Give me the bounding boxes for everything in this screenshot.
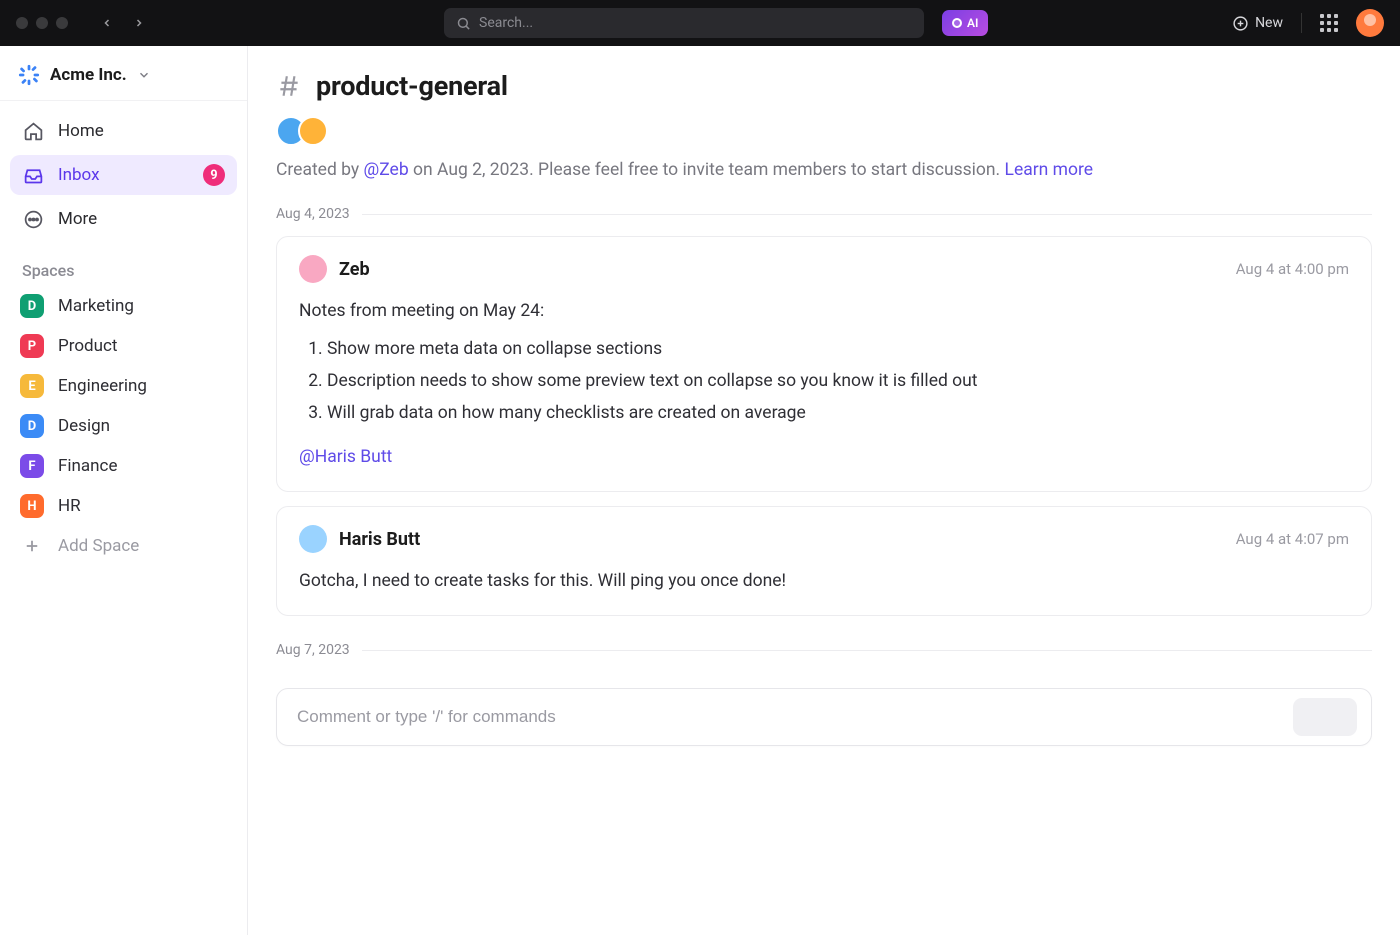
nav-home-label: Home: [58, 121, 104, 141]
date-separator: Aug 4, 2023: [276, 206, 1372, 222]
channel-members[interactable]: [276, 116, 1372, 146]
member-avatar: [298, 116, 328, 146]
spaces-section-label: Spaces: [0, 243, 247, 286]
date-label: Aug 7, 2023: [276, 642, 350, 658]
plus-icon: [20, 534, 44, 558]
message-body: Gotcha, I need to create tasks for this.…: [299, 567, 1349, 595]
learn-more-link[interactable]: Learn more: [1005, 160, 1094, 180]
nav-more[interactable]: More: [10, 199, 237, 239]
avatar: [299, 255, 327, 283]
ai-icon: [952, 18, 962, 28]
search-placeholder: Search...: [479, 15, 533, 31]
list-item: Show more meta data on collapse sections: [327, 333, 1349, 365]
inbox-icon: [22, 164, 44, 186]
send-button[interactable]: [1293, 698, 1357, 736]
list-item: Will grab data on how many checklists ar…: [327, 397, 1349, 429]
message-card[interactable]: Zeb Aug 4 at 4:00 pm Notes from meeting …: [276, 236, 1372, 492]
workspace-name: Acme Inc.: [50, 65, 127, 85]
message-author: Haris Butt: [339, 529, 420, 550]
date-separator: Aug 7, 2023: [276, 642, 1372, 658]
more-icon: [22, 208, 44, 230]
comment-input[interactable]: [297, 707, 1281, 727]
space-name: Design: [58, 416, 110, 436]
divider: [1301, 13, 1302, 33]
space-name: Finance: [58, 456, 117, 476]
home-icon: [22, 120, 44, 142]
space-name: Marketing: [58, 296, 134, 316]
sidebar-space-item[interactable]: H HR: [0, 486, 247, 526]
workspace-switcher[interactable]: Acme Inc.: [0, 46, 247, 101]
nav-home[interactable]: Home: [10, 111, 237, 151]
sidebar: Acme Inc. Home Inbox 9 More Spaces D Mark…: [0, 46, 248, 935]
apps-button[interactable]: [1320, 14, 1338, 32]
space-name: Engineering: [58, 376, 147, 396]
space-name: Product: [58, 336, 117, 356]
nav-forward-button[interactable]: [126, 10, 152, 36]
topbar: Search... AI New: [0, 0, 1400, 46]
nav-inbox-label: Inbox: [58, 165, 100, 185]
message-card[interactable]: Haris Butt Aug 4 at 4:07 pm Gotcha, I ne…: [276, 506, 1372, 616]
creator-mention[interactable]: @Zeb: [364, 160, 409, 180]
ai-label: AI: [967, 16, 978, 30]
space-icon: D: [20, 294, 44, 318]
message-timestamp: Aug 4 at 4:00 pm: [1236, 260, 1349, 278]
sidebar-space-item[interactable]: D Marketing: [0, 286, 247, 326]
date-label: Aug 4, 2023: [276, 206, 350, 222]
new-button[interactable]: New: [1232, 15, 1283, 32]
list-item: Description needs to show some preview t…: [327, 365, 1349, 397]
nav-back-button[interactable]: [94, 10, 120, 36]
space-icon: P: [20, 334, 44, 358]
channel-header: product-general: [276, 70, 1372, 102]
add-space-button[interactable]: Add Space: [0, 526, 247, 566]
main-content: product-general Created by @Zeb on Aug 2…: [248, 46, 1400, 935]
channel-description: Created by @Zeb on Aug 2, 2023. Please f…: [276, 160, 1372, 180]
sidebar-space-item[interactable]: P Product: [0, 326, 247, 366]
message-timestamp: Aug 4 at 4:07 pm: [1236, 530, 1349, 548]
new-label: New: [1255, 15, 1283, 31]
user-avatar[interactable]: [1356, 9, 1384, 37]
window-controls[interactable]: [16, 17, 68, 29]
chevron-down-icon: [137, 68, 151, 82]
space-icon: H: [20, 494, 44, 518]
nav-more-label: More: [58, 209, 97, 229]
message-author: Zeb: [339, 259, 370, 280]
search-icon: [456, 16, 471, 31]
ai-button[interactable]: AI: [942, 10, 988, 36]
space-icon: F: [20, 454, 44, 478]
user-mention[interactable]: @Haris Butt: [299, 443, 392, 471]
sidebar-space-item[interactable]: F Finance: [0, 446, 247, 486]
hash-icon: [276, 73, 302, 99]
message-body: Notes from meeting on May 24: Show more …: [299, 297, 1349, 471]
avatar: [299, 525, 327, 553]
plus-circle-icon: [1232, 15, 1249, 32]
comment-composer[interactable]: [276, 688, 1372, 746]
sidebar-space-item[interactable]: E Engineering: [0, 366, 247, 406]
space-icon: E: [20, 374, 44, 398]
workspace-logo-icon: [18, 64, 40, 86]
add-space-label: Add Space: [58, 536, 139, 556]
search-input[interactable]: Search...: [444, 8, 924, 38]
space-name: HR: [58, 496, 81, 516]
inbox-badge: 9: [203, 164, 225, 186]
space-icon: D: [20, 414, 44, 438]
sidebar-space-item[interactable]: D Design: [0, 406, 247, 446]
channel-name: product-general: [316, 70, 508, 102]
nav-inbox[interactable]: Inbox 9: [10, 155, 237, 195]
